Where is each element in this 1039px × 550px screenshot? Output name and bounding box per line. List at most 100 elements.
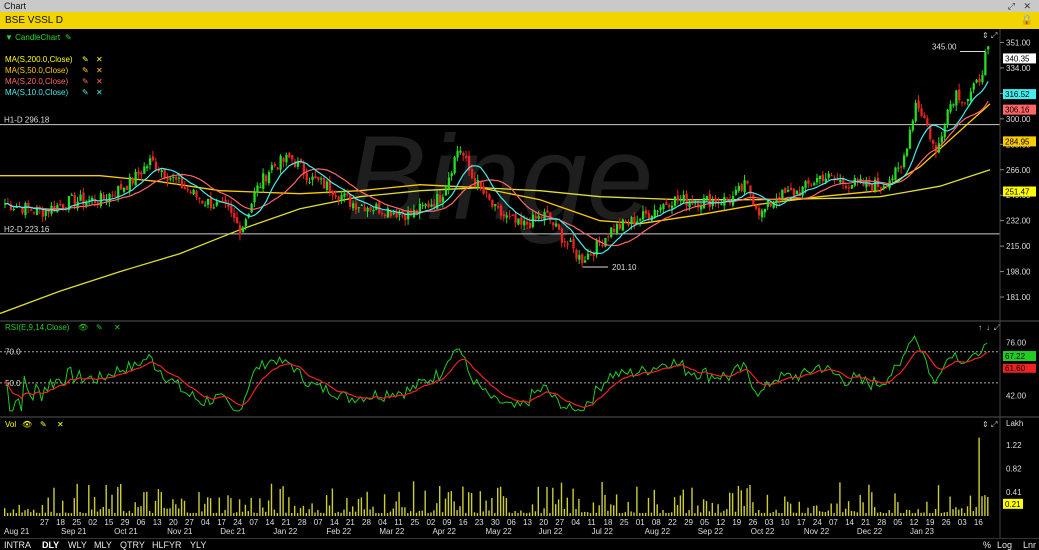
low-label: 201.10: [612, 263, 637, 272]
candle-body: [644, 210, 648, 214]
chart-area[interactable]: Binge ▼ CandleChart ✎ MA(S,200.0,Close) ✎ ✕ M…: [0, 29, 1039, 538]
candle-body: [987, 46, 990, 50]
rsi-close-icon[interactable]: ✕: [114, 323, 121, 332]
candle-body: [24, 203, 27, 216]
candle-body: [334, 195, 337, 197]
volume-bar: [975, 507, 977, 516]
candle-body: [79, 194, 82, 201]
volume-bar: [528, 512, 531, 516]
symbol-bar: BSE VSSL D 🔒: [0, 12, 1039, 29]
volume-bar: [352, 506, 354, 516]
volume-bar: [262, 507, 264, 516]
candle-body: [502, 213, 506, 217]
time-tick-day: 25: [620, 518, 629, 527]
candle-body: [363, 207, 366, 212]
volume-bar: [584, 511, 586, 516]
volume-close-icon[interactable]: ✕: [57, 420, 64, 429]
price-pane[interactable]: Binge ▼ CandleChart ✎ MA(S,200.0,Close) ✎ ✕ M…: [0, 29, 1000, 429]
candle-body: [456, 151, 459, 158]
volume-bar: [296, 513, 299, 516]
candle-body: [639, 219, 642, 221]
candle-body: [175, 176, 178, 180]
volume-bar: [175, 504, 177, 516]
volume-bar: [291, 512, 293, 516]
pane-control-icon: ⤢: [990, 420, 997, 429]
volume-bar: [644, 512, 647, 516]
volume-bar: [41, 505, 44, 516]
volume-pane[interactable]: Vol 👁 ✎ ✕ Lakh 1.22 0.82 0.41 0.21: [4, 419, 1023, 516]
volume-bar: [961, 508, 963, 516]
candle-body: [291, 155, 294, 160]
volume-bar: [4, 508, 6, 516]
volume-bar: [958, 509, 960, 516]
volume-bar: [905, 509, 908, 516]
candle-body: [151, 156, 155, 161]
candle-body: [33, 212, 36, 214]
candle-body: [824, 178, 827, 182]
time-tick-day: 24: [813, 518, 822, 527]
time-tick-day: 08: [652, 518, 661, 527]
candle-body: [265, 175, 268, 182]
candle-body: [932, 140, 935, 144]
candle-body: [102, 195, 105, 199]
candle-body: [682, 194, 685, 202]
candle-body: [433, 203, 436, 207]
time-tick-day: 18: [604, 518, 613, 527]
candle-body: [131, 178, 134, 184]
volume-bar: [633, 512, 635, 516]
rsi-edit-icon[interactable]: ✎: [96, 323, 103, 332]
volume-bar: [401, 507, 403, 516]
candle-body: [879, 187, 883, 189]
volume-bar: [850, 510, 853, 516]
candle-body: [62, 204, 65, 209]
candle-body: [975, 79, 978, 83]
volume-bar: [21, 512, 23, 516]
candle-body: [914, 102, 917, 122]
lock-icon[interactable]: 🔒: [1021, 12, 1033, 29]
volume-bar: [758, 509, 760, 516]
time-tick-month: Sep 22: [698, 527, 724, 536]
volume-bar: [247, 511, 249, 516]
volume-bar: [955, 507, 957, 516]
candle-body: [656, 211, 659, 213]
volume-edit-icon[interactable]: ✎: [40, 420, 47, 429]
price-axis[interactable]: 351.00334.00317.00300.00283.00266.00249.…: [1000, 38, 1031, 302]
volume-bar: [557, 499, 560, 516]
volume-bar: [70, 513, 73, 516]
volume-bar: [183, 500, 186, 516]
volume-bar: [920, 512, 922, 516]
candle-body: [447, 177, 450, 190]
candle-body: [253, 192, 256, 203]
volume-bar: [847, 501, 850, 516]
candle-body: [827, 173, 830, 178]
candle-body: [337, 196, 340, 200]
time-axis[interactable]: 27 18 25 02 15 29 06 13 20 27 04 17 24 07 14 21 28 07 14 21…: [4, 518, 983, 536]
close-icon[interactable]: ✕: [1023, 0, 1031, 12]
restore-icon[interactable]: ⤢: [1008, 0, 1015, 12]
volume-bar: [845, 508, 847, 516]
volume-bar: [981, 496, 983, 516]
volume-bar: [244, 504, 247, 516]
volume-bar: [62, 500, 64, 516]
candle-body: [485, 191, 488, 193]
rsi-pane[interactable]: RSI(E,9,14,Close) 👁 ✎ ✕ 70.0 50.0 76.005…: [0, 323, 1036, 412]
volume-bar: [818, 511, 821, 516]
volume-bar: [459, 506, 461, 516]
time-tick-day: 23: [475, 518, 484, 527]
candle-body: [908, 129, 912, 149]
candle-body: [236, 217, 239, 224]
volume-bar: [230, 498, 232, 516]
candle-body: [926, 118, 929, 125]
volume-bar: [868, 484, 870, 516]
candle-body: [676, 195, 680, 201]
volume-bar: [117, 487, 119, 516]
candle-body: [70, 194, 73, 196]
candle-body: [125, 185, 129, 190]
volume-bar: [444, 498, 447, 516]
volume-bar: [215, 512, 218, 516]
volume-bar: [485, 500, 487, 516]
candle-body: [903, 155, 906, 168]
volume-eye-icon[interactable]: 👁: [22, 420, 32, 429]
rsi-eye-icon[interactable]: 👁: [78, 323, 88, 332]
volume-bar: [64, 512, 67, 516]
